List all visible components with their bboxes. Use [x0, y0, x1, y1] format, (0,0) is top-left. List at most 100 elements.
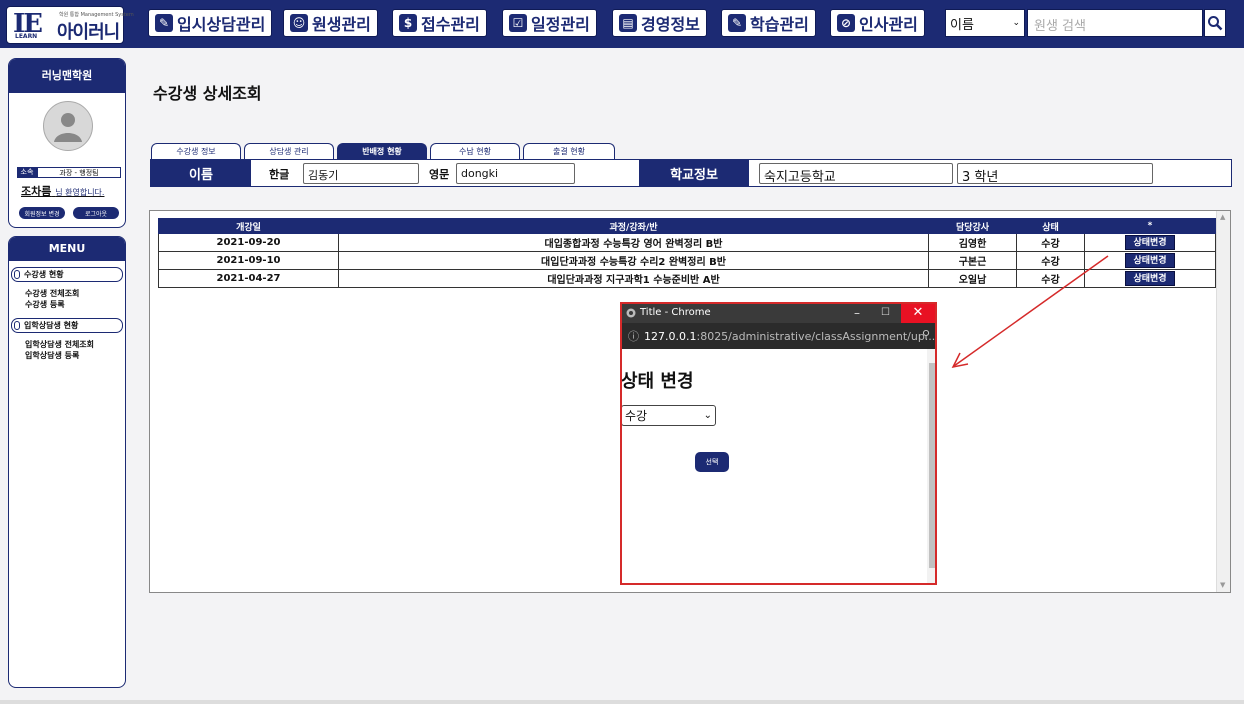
- logo-learn: LEARN: [15, 33, 38, 40]
- logo[interactable]: IE LEARN 학원 통합 Management System 아이러니: [6, 6, 134, 44]
- popup-title: Title - Chrome: [626, 307, 711, 318]
- menu-group-label: 수강생 현황: [24, 270, 64, 279]
- cell-status: 수강: [1016, 251, 1085, 270]
- change-status-button[interactable]: 상태변경: [1125, 235, 1175, 250]
- popup-scroll-thumb[interactable]: [929, 363, 935, 568]
- table-row: 2021-04-27 대입단과과정 지구과학1 수능준비반 A반 오일남 수강 …: [158, 269, 1216, 288]
- bottom-border: [0, 700, 1244, 704]
- korean-name-field[interactable]: 김동기: [303, 163, 419, 184]
- english-label: 영문: [429, 168, 450, 181]
- url-host: 127.0.0.1: [644, 329, 697, 343]
- col-course: 과정/강좌/반: [338, 218, 929, 234]
- cell-status: 수강: [1016, 269, 1085, 288]
- profile-card: 러닝맨학원 소속 과장 - 행정팀 조차름 님 환영합니다. 회원정보 변경 로…: [8, 58, 126, 228]
- col-action: *: [1084, 218, 1216, 234]
- school-field[interactable]: 숙지고등학교: [759, 163, 953, 185]
- avatar: [43, 101, 93, 151]
- nav-reception-manage[interactable]: $ 접수관리: [392, 9, 487, 37]
- nav-hr-manage[interactable]: ⊘ 인사관리: [830, 9, 925, 37]
- close-icon[interactable]: ✕: [901, 304, 935, 323]
- menu-item-applicant-register[interactable]: 입학상담생 등록: [25, 350, 79, 361]
- cell-course: 대입단과과정 지구과학1 수능준비반 A반: [338, 269, 929, 288]
- cell-date: 2021-09-20: [158, 233, 339, 252]
- popup-titlebar[interactable]: Title - Chrome – ☐ ✕: [622, 304, 935, 323]
- user-avatar-icon: [54, 113, 82, 142]
- url-path: :8025/administrative/classAssignment/up.…: [696, 329, 936, 343]
- tab-counsel-manage[interactable]: 상담생 관리: [244, 143, 334, 159]
- menu-group-students[interactable]: 수강생 현황: [11, 267, 123, 282]
- search-type-select[interactable]: 이름 ⌄: [945, 9, 1025, 37]
- affiliation-row: 소속 과장 - 행정팀: [17, 167, 121, 178]
- cell-date: 2021-04-27: [158, 269, 339, 288]
- menu-title: MENU: [9, 237, 125, 261]
- info-icon: ⓘ: [628, 330, 639, 343]
- korean-label: 한글: [269, 168, 290, 181]
- nav-label: 학습관리: [750, 15, 809, 34]
- cell-course: 대입종합과정 수능특강 영어 완벽정리 B반: [338, 233, 929, 252]
- english-name-field[interactable]: dongki: [456, 163, 575, 184]
- edit-profile-button[interactable]: 회원정보 변경: [19, 207, 65, 219]
- popup-address-bar[interactable]: ⓘ 127.0.0.1:8025/administrative/classAss…: [622, 323, 935, 349]
- cell-action: 상태변경: [1084, 251, 1216, 270]
- student-info-bar: 이름 한글 김동기 영문 dongki 학교정보 숙지고등학교 3 학년: [150, 159, 1232, 187]
- person-icon: ☺: [290, 14, 308, 32]
- cell-status: 수강: [1016, 233, 1085, 252]
- change-status-button[interactable]: 상태변경: [1125, 271, 1175, 286]
- cell-course: 대입단과과정 수능특강 수리2 완벽정리 B반: [338, 251, 929, 270]
- welcome-text: 님 환영합니다.: [55, 188, 105, 197]
- table-scrollbar[interactable]: ▲ ▼: [1216, 211, 1230, 592]
- zoom-icon[interactable]: ⚲: [922, 328, 930, 341]
- table-row: 2021-09-10 대입단과과정 수능특강 수리2 완벽정리 B반 구본근 수…: [158, 251, 1216, 270]
- nav-student-manage[interactable]: ☺ 원생관리: [283, 9, 378, 37]
- grade-field[interactable]: 3 학년: [957, 163, 1153, 185]
- nav-admission-counsel[interactable]: ✎ 입시상담관리: [148, 9, 273, 37]
- menu-item-student-register[interactable]: 수강생 등록: [25, 299, 65, 310]
- tab-student-info[interactable]: 수강생 정보: [151, 143, 241, 159]
- menu-item-applicant-list[interactable]: 입학상담생 전체조회: [25, 339, 94, 350]
- name-label: 이름: [151, 160, 251, 187]
- col-teacher: 담당강사: [928, 218, 1017, 234]
- nav-label: 입시상담관리: [177, 15, 266, 34]
- hr-icon: ⊘: [837, 14, 855, 32]
- cell-teacher: 구본근: [928, 251, 1017, 270]
- page-title: 수강생 상세조회: [153, 84, 262, 103]
- cell-action: 상태변경: [1084, 233, 1216, 252]
- affiliation-value: 과장 - 행정팀: [37, 167, 121, 178]
- status-select[interactable]: 수강 ⌄: [622, 405, 716, 426]
- tab-payment[interactable]: 수납 현황: [430, 143, 520, 159]
- nav-learning-manage[interactable]: ✎ 학습관리: [721, 9, 816, 37]
- school-info-label: 학교정보: [639, 160, 749, 187]
- search-type-value: 이름: [950, 17, 974, 33]
- user-greeting: 조차름 님 환영합니다.: [21, 183, 104, 199]
- logo-subtitle: 학원 통합 Management System: [59, 12, 134, 18]
- popup-submit-button[interactable]: 선택: [695, 452, 729, 472]
- cell-teacher: 오일남: [928, 269, 1017, 288]
- academy-name: 러닝맨학원: [9, 59, 125, 93]
- cell-date: 2021-09-10: [158, 251, 339, 270]
- search-button[interactable]: [1204, 9, 1226, 37]
- menu-item-student-list[interactable]: 수강생 전체조회: [25, 288, 79, 299]
- tab-class-assignment[interactable]: 반배정 현황: [337, 143, 427, 159]
- cell-teacher: 김영한: [928, 233, 1017, 252]
- top-header: IE LEARN 학원 통합 Management System 아이러니 ✎ 입…: [0, 0, 1244, 48]
- nav-schedule-manage[interactable]: ☑ 일정관리: [502, 9, 597, 37]
- minimize-icon[interactable]: –: [854, 306, 860, 320]
- nav-business-info[interactable]: ▤ 경영정보: [612, 9, 707, 37]
- maximize-icon[interactable]: ☐: [881, 307, 890, 318]
- chevron-down-icon: ⌄: [703, 410, 712, 421]
- popup-title-text: Title - Chrome: [640, 307, 711, 318]
- class-table: 개강일 과정/강좌/반 담당강사 상태 * 2021-09-20 대입종합과정 …: [158, 218, 1216, 288]
- affiliation-key: 소속: [17, 167, 37, 178]
- tab-attendance[interactable]: 출결 현황: [523, 143, 615, 159]
- menu-group-applicants[interactable]: 입학상담생 현황: [11, 318, 123, 333]
- user-name: 조차름: [21, 185, 52, 198]
- change-status-button[interactable]: 상태변경: [1125, 253, 1175, 268]
- logout-button[interactable]: 로그아웃: [73, 207, 119, 219]
- search-icon: [1208, 16, 1223, 31]
- search-input[interactable]: 원생 검색: [1027, 9, 1203, 37]
- scroll-up-icon[interactable]: ▲: [1220, 213, 1225, 221]
- nav-label: 원생관리: [312, 15, 371, 34]
- nav-label: 접수관리: [421, 15, 480, 34]
- scroll-down-icon[interactable]: ▼: [1220, 581, 1225, 589]
- popup-scrollbar[interactable]: [927, 349, 935, 583]
